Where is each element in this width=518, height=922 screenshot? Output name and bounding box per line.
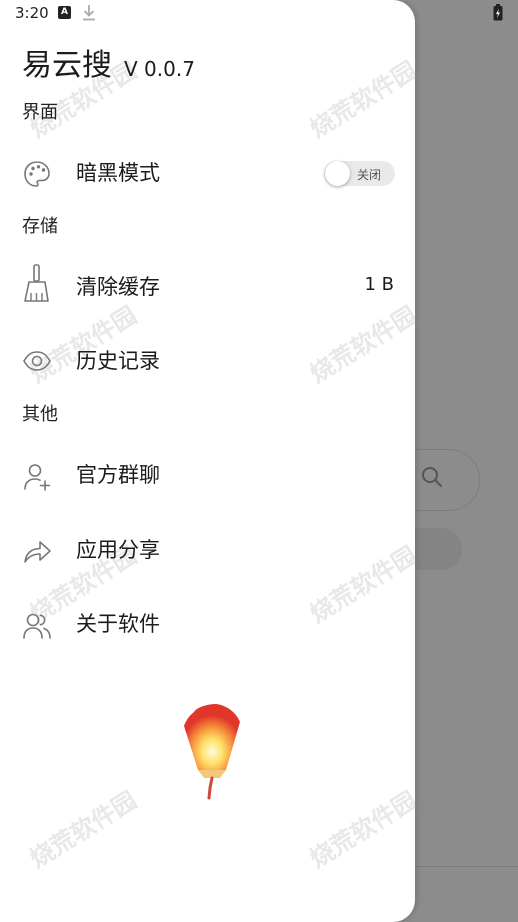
share-icon [24,541,51,563]
section-header-other: 其他 [22,404,58,425]
add-user-icon [24,464,51,491]
watermark: 烧荒软件园 [305,785,422,874]
cache-size-value: 1 B [364,274,394,295]
palette-icon [24,161,50,187]
search-icon [422,467,442,487]
section-header-storage: 存储 [22,216,58,237]
watermark: 烧荒软件园 [25,785,142,874]
navigation-drawer: 烧荒软件园 烧荒软件园 烧荒软件园 烧荒软件园 烧荒软件园 烧荒软件园 烧荒软件… [0,0,422,922]
toggle-knob [325,161,350,186]
menu-item-share-app[interactable]: 应用分享 [0,522,415,578]
app-title: 易云搜 [22,48,112,83]
menu-item-official-group[interactable]: 官方群聊 [0,447,415,503]
menu-item-label: 应用分享 [76,538,160,562]
menu-item-about[interactable]: 关于软件 [0,596,415,652]
status-time: 3:20 [15,4,49,22]
toggle-label: 关闭 [357,168,382,182]
menu-item-label: 清除缓存 [76,275,160,299]
watermark: 烧荒软件园 [305,55,422,144]
menu-item-label: 关于软件 [76,612,160,636]
eye-icon [23,351,51,371]
keyboard-icon: A [58,6,71,19]
app-version: V 0.0.7 [124,57,195,81]
menu-item-label: 历史记录 [76,349,160,373]
users-icon [23,613,51,639]
battery-charging-icon [493,4,503,21]
download-icon [83,5,95,21]
menu-item-label: 暗黑模式 [76,161,160,185]
menu-item-history[interactable]: 历史记录 [0,333,415,389]
sky-lantern-illustration [184,704,240,800]
menu-item-clear-cache[interactable]: 清除缓存 1 B [0,259,415,315]
broom-icon [24,264,49,302]
dark-mode-toggle[interactable]: 关闭 [324,161,395,186]
menu-item-label: 官方群聊 [76,463,160,487]
section-header-interface: 界面 [22,102,58,123]
